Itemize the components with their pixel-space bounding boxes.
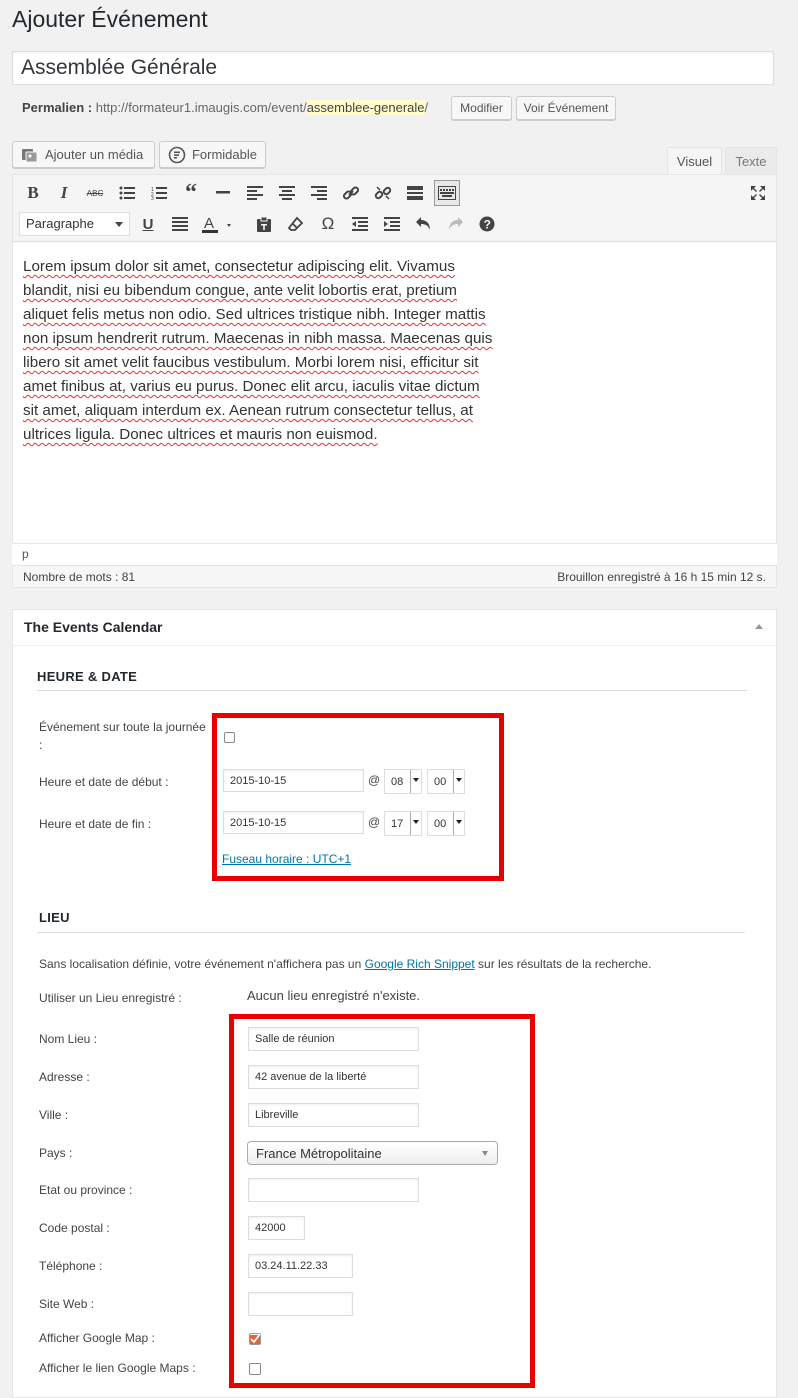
formidable-label: Formidable [191, 147, 257, 162]
collapse-arrow-icon[interactable] [755, 624, 763, 629]
permalink-label: Permalien : [22, 100, 93, 115]
address-label: Adresse : [39, 1070, 90, 1084]
editor-path: p [12, 543, 777, 565]
draft-saved-status: Brouillon enregistré à 16 h 15 min 12 s. [557, 570, 766, 584]
svg-text:A: A [204, 215, 214, 232]
highlight-box-datetime [212, 713, 504, 881]
word-count: Nombre de mots : 81 [23, 570, 136, 584]
country-label: Pays : [39, 1146, 73, 1160]
content-line: ultrices ligula. Donec ultrices et mauri… [23, 426, 378, 443]
divider [37, 932, 745, 933]
media-icon [22, 148, 38, 162]
content-line: sit amet, aliquam interdum ex. Aenean ru… [23, 402, 473, 419]
state-label: Etat ou province : [39, 1183, 133, 1197]
undo-icon[interactable] [412, 212, 436, 236]
numbered-list-icon[interactable]: 123 [147, 181, 171, 205]
strikethrough-icon[interactable]: ABC [83, 181, 107, 205]
phone-label: Téléphone : [39, 1259, 103, 1273]
saved-venue-value: Aucun lieu enregistré n'existe. [247, 988, 421, 1003]
outdent-icon[interactable] [348, 212, 372, 236]
indent-icon[interactable] [380, 212, 404, 236]
all-day-label-colon: : [39, 738, 43, 752]
special-char-icon[interactable]: Ω [316, 212, 340, 236]
permalink-end: / [424, 100, 429, 115]
events-calendar-header[interactable]: The Events Calendar [12, 609, 777, 646]
modify-permalink-button[interactable]: Modifier [451, 96, 512, 120]
unlink-icon[interactable] [371, 181, 395, 205]
align-left-icon[interactable] [243, 181, 267, 205]
saved-venue-label: Utiliser un Lieu enregistré : [39, 991, 182, 1005]
add-media-button[interactable]: Ajouter un média [12, 141, 155, 168]
page-title: Ajouter Événement [12, 6, 208, 32]
content-line: Lorem ipsum dolor sit amet, consectetur … [23, 258, 455, 275]
permalink: Permalien : http://formateur1.imaugis.co… [22, 100, 428, 115]
text-color-icon[interactable]: A [200, 212, 236, 236]
underline-icon[interactable]: U [136, 212, 160, 236]
permalink-slug[interactable]: assemblee-generale [306, 100, 425, 115]
fullscreen-icon[interactable] [746, 181, 770, 205]
justify-icon[interactable] [168, 212, 192, 236]
bullet-list-icon[interactable] [115, 181, 139, 205]
rich-snippet-link[interactable]: Google Rich Snippet [365, 957, 475, 971]
toolbar-toggle-icon[interactable] [434, 180, 460, 206]
view-event-button[interactable]: Voir Événement [516, 96, 616, 120]
content-line: non ipsum hendrerit rutrum. Maecenas in … [23, 330, 493, 347]
all-day-label: Événement sur toute la journée [39, 720, 206, 734]
end-datetime-label: Heure et date de fin : [39, 817, 152, 831]
chevron-down-icon [115, 222, 123, 227]
venue-name-label: Nom Lieu : [39, 1032, 98, 1046]
link-icon[interactable] [339, 181, 363, 205]
zip-label: Code postal : [39, 1221, 110, 1235]
venue-notice-before: Sans localisation définie, votre événeme… [39, 957, 365, 971]
start-datetime-label: Heure et date de début : [39, 775, 169, 789]
editor-toolbar: B I ABC 123 “ Paragraphe U A Ω ? [12, 174, 777, 242]
website-label: Site Web : [39, 1297, 95, 1311]
paste-text-icon[interactable] [252, 212, 276, 236]
clear-format-icon[interactable] [284, 212, 308, 236]
format-select-value: Paragraphe [26, 216, 94, 231]
svg-text:3: 3 [151, 196, 154, 200]
events-calendar-title: The Events Calendar [24, 619, 163, 635]
help-icon[interactable]: ? [475, 212, 499, 236]
redo-icon[interactable] [443, 212, 467, 236]
permalink-base: http://formateur1.imaugis.com/event/ [95, 100, 307, 115]
content-line: blandit, nisi eu bibendum congue, ante v… [23, 282, 457, 299]
horizontal-line-icon[interactable] [211, 181, 235, 205]
post-title-input[interactable] [12, 51, 774, 85]
read-more-icon[interactable] [403, 181, 427, 205]
content-line: aliquet felis metus non odio. Sed ultric… [23, 306, 486, 323]
align-right-icon[interactable] [307, 181, 331, 205]
formidable-button[interactable]: Formidable [159, 141, 266, 168]
show-map-link-label: Afficher le lien Google Maps : [39, 1361, 196, 1375]
add-media-label: Ajouter un média [45, 147, 144, 162]
divider [37, 690, 747, 691]
bold-icon[interactable]: B [21, 181, 45, 205]
venue-notice-after: sur les résultats de la recherche. [474, 957, 652, 971]
tab-visual[interactable]: Visuel [667, 147, 722, 175]
format-select[interactable]: Paragraphe [19, 212, 130, 236]
align-center-icon[interactable] [275, 181, 299, 205]
content-line: amet finibus at, varius eu purus. Donec … [23, 378, 480, 395]
editor-content[interactable]: Lorem ipsum dolor sit amet, consectetur … [23, 255, 503, 447]
show-map-label: Afficher Google Map : [39, 1331, 155, 1345]
highlight-box-venue [229, 1014, 535, 1388]
italic-icon[interactable]: I [52, 181, 76, 205]
blockquote-icon[interactable]: “ [179, 180, 203, 206]
svg-text:?: ? [484, 218, 491, 232]
editor-footer: Nombre de mots : 81 Brouillon enregistré… [12, 565, 777, 588]
formidable-icon [168, 146, 186, 163]
content-line: libero sit amet velit faucibus vestibulu… [23, 354, 479, 371]
tab-text[interactable]: Texte [725, 147, 777, 174]
venue-section-title: LIEU [39, 910, 70, 925]
city-label: Ville : [39, 1108, 69, 1122]
venue-notice: Sans localisation définie, votre événeme… [39, 957, 651, 971]
datetime-section-title: HEURE & DATE [37, 669, 138, 684]
